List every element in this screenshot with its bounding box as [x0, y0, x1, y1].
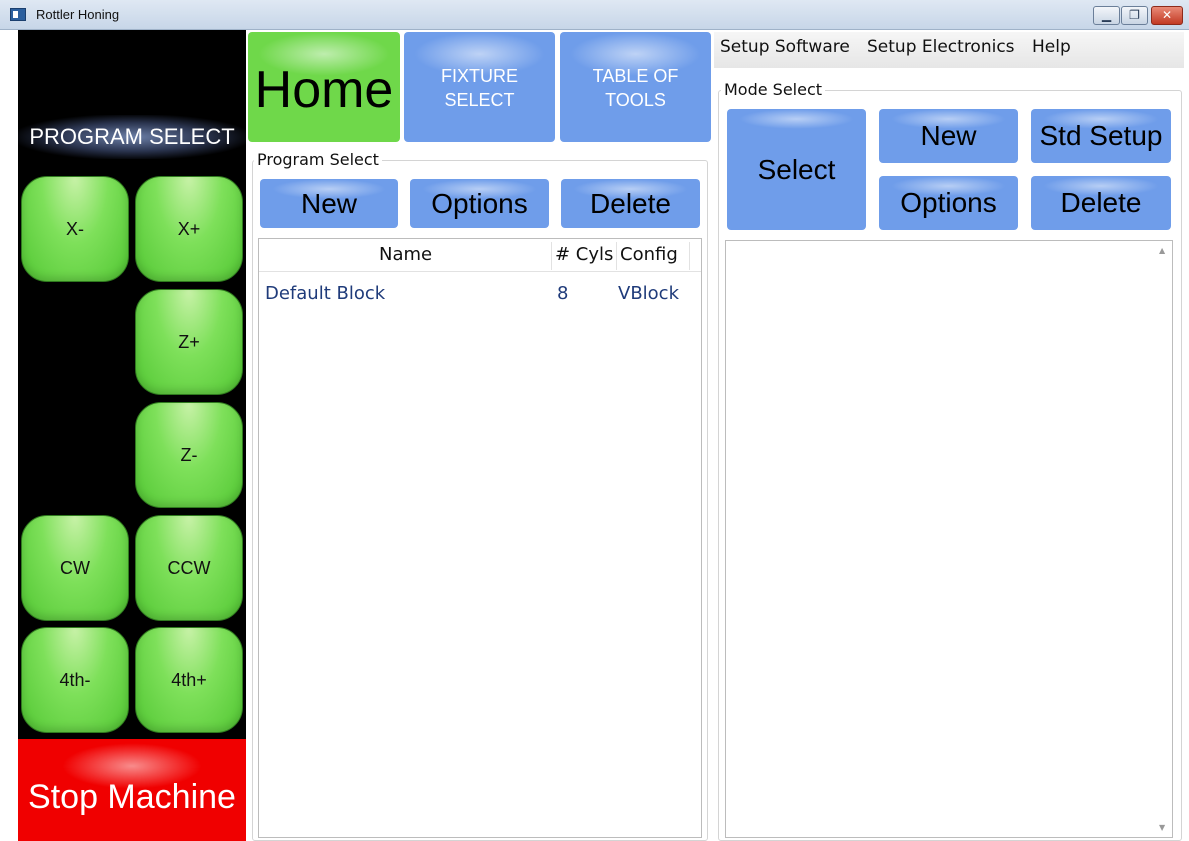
scroll-up-icon[interactable]: ▲ — [1159, 246, 1165, 255]
minimize-button[interactable]: ▁ — [1093, 6, 1120, 25]
stop-machine-label: Stop Machine — [28, 778, 236, 816]
stop-machine-button[interactable]: Stop Machine — [18, 739, 246, 841]
tab-fixture-select[interactable]: FIXTURE SELECT — [404, 32, 555, 142]
column-header-cyls[interactable]: # Cyls — [555, 244, 613, 265]
program-options-label: Options — [431, 188, 528, 219]
app-icon — [10, 8, 26, 21]
mode-new-label: New — [920, 120, 977, 151]
column-divider — [616, 242, 617, 270]
mode-options-label: Options — [900, 187, 997, 218]
fourth-minus-button[interactable]: 4th- — [21, 627, 129, 733]
program-new-button[interactable]: New — [260, 179, 398, 228]
title-bar — [0, 0, 1189, 30]
program-list[interactable] — [258, 238, 702, 838]
tab-fixture-label-line1: FIXTURE — [440, 66, 518, 86]
z-minus-button[interactable]: Z- — [135, 402, 243, 508]
column-divider — [551, 242, 552, 270]
mode-options-button[interactable]: Options — [879, 176, 1018, 230]
mode-delete-label: Delete — [1060, 187, 1142, 218]
scroll-down-icon[interactable]: ▼ — [1159, 823, 1165, 832]
std-setup-label: Std Setup — [1039, 120, 1163, 151]
close-button[interactable]: ✕ — [1151, 6, 1183, 25]
tab-fixture-label-line2: SELECT — [444, 90, 515, 110]
z-plus-button[interactable]: Z+ — [135, 289, 243, 395]
mode-delete-button[interactable]: Delete — [1031, 176, 1171, 230]
menu-setup-electronics[interactable]: Setup Electronics — [867, 37, 1015, 57]
tab-tools-label-line1: TABLE OF — [592, 66, 679, 86]
window-title: Rottler Honing — [36, 7, 120, 22]
program-delete-label: Delete — [590, 188, 671, 219]
mode-select-button[interactable]: Select — [727, 109, 866, 230]
menu-help[interactable]: Help — [1032, 37, 1071, 57]
ccw-button[interactable]: CCW — [135, 515, 243, 621]
mode-new-button[interactable]: New — [879, 109, 1018, 163]
mode-select-button-label: Select — [757, 154, 836, 185]
column-header-config[interactable]: Config — [620, 244, 678, 265]
program-config-cell: VBlock — [618, 283, 679, 304]
tab-tools-label-line2: TOOLS — [605, 90, 666, 110]
restore-button[interactable]: ❐ — [1121, 6, 1148, 25]
x-minus-button[interactable]: X- — [21, 176, 129, 282]
std-setup-button[interactable]: Std Setup — [1031, 109, 1171, 163]
mode-select-label: Mode Select — [721, 80, 826, 99]
mode-list[interactable] — [725, 240, 1173, 838]
program-delete-button[interactable]: Delete — [561, 179, 700, 228]
column-header-name[interactable]: Name — [379, 244, 432, 265]
cw-button[interactable]: CW — [21, 515, 129, 621]
menu-setup-software[interactable]: Setup Software — [720, 37, 850, 57]
tab-home-label: Home — [254, 61, 394, 119]
x-plus-button[interactable]: X+ — [135, 176, 243, 282]
program-select-label: Program Select — [254, 150, 382, 169]
program-options-button[interactable]: Options — [410, 179, 549, 228]
tab-table-of-tools[interactable]: TABLE OF TOOLS — [560, 32, 711, 142]
program-select-heading: PROGRAM SELECT — [18, 115, 246, 159]
fourth-plus-button[interactable]: 4th+ — [135, 627, 243, 733]
column-divider — [689, 242, 690, 270]
tab-home[interactable]: Home — [248, 32, 400, 142]
program-cyls-cell: 8 — [557, 283, 569, 304]
program-new-label: New — [300, 188, 357, 219]
program-name-cell: Default Block — [265, 283, 386, 304]
